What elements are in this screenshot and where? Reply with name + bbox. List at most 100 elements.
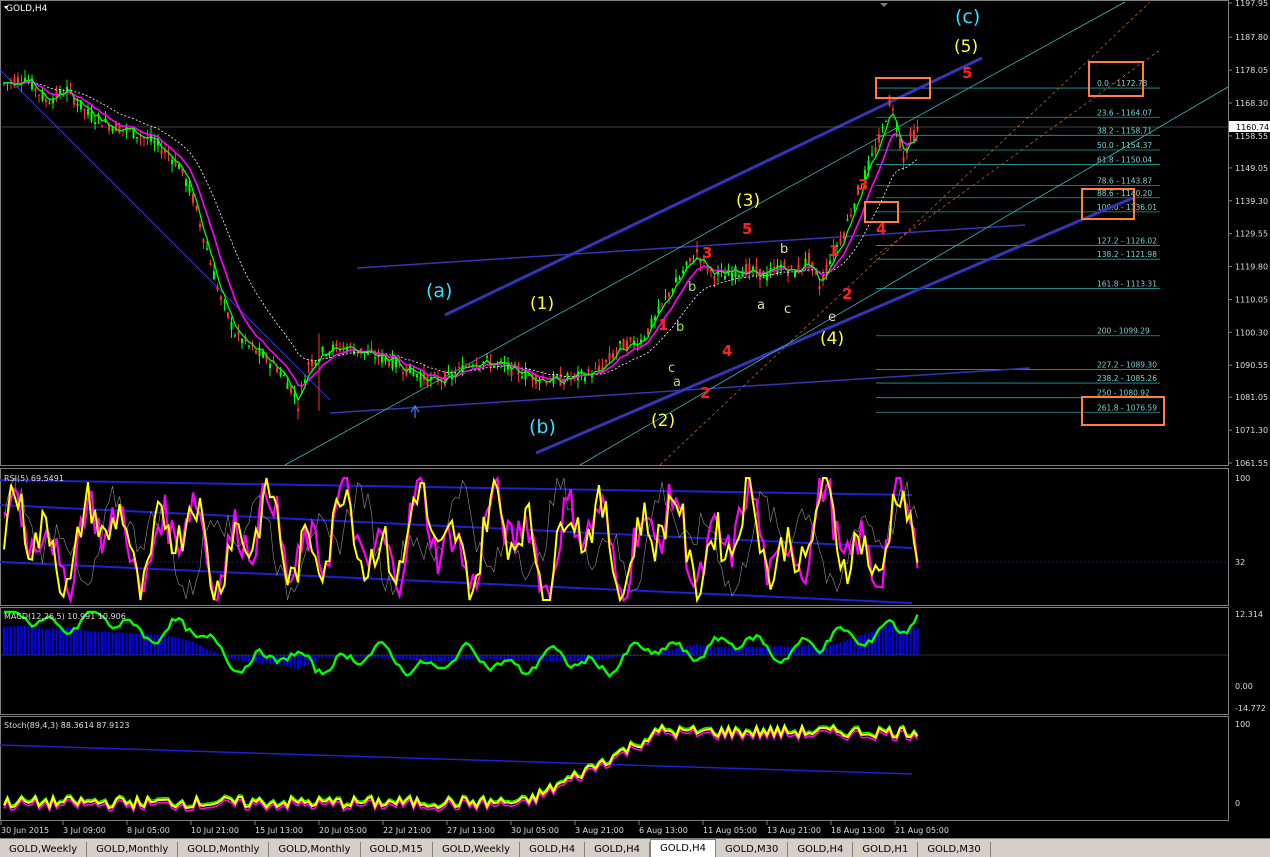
fib-level-label: 161.8 - 1113.31 bbox=[1097, 279, 1157, 288]
price-axis-label: 1168.30 bbox=[1235, 99, 1268, 108]
price-axis-label: 1197.95 bbox=[1235, 0, 1268, 8]
fib-level-label: 261.8 - 1076.59 bbox=[1097, 403, 1157, 412]
candle-body bbox=[241, 338, 243, 344]
time-axis-label: 15 Jul 13:00 bbox=[255, 826, 303, 835]
wave-label-yellow: (1) bbox=[530, 294, 554, 314]
chart-tab[interactable]: GOLD,M30 bbox=[716, 842, 789, 857]
candle-body bbox=[909, 131, 912, 137]
fib-level-label: 23.6 - 1164.07 bbox=[1097, 108, 1152, 117]
time-axis-label: 18 Aug 13:00 bbox=[831, 826, 885, 835]
chart-tab[interactable]: GOLD,Weekly bbox=[0, 842, 88, 857]
candle-body bbox=[195, 205, 198, 211]
macd-level-min: -14.772 bbox=[1235, 704, 1266, 713]
candle-body bbox=[101, 125, 103, 128]
time-axis-label: 27 Jul 13:00 bbox=[447, 826, 495, 835]
fib-level-label: 38.2 - 1158.71 bbox=[1097, 126, 1152, 135]
chart-tab[interactable]: GOLD,M15 bbox=[361, 842, 433, 857]
chart-tab[interactable]: GOLD,Monthly bbox=[178, 842, 270, 857]
candle-body bbox=[853, 203, 856, 209]
price-axis-label: 1149.05 bbox=[1235, 164, 1268, 173]
candle-body bbox=[230, 321, 233, 330]
candle-body bbox=[843, 232, 845, 239]
candle-body bbox=[724, 275, 726, 280]
wave-label-yellow: (2) bbox=[651, 411, 675, 431]
time-axis-label: 3 Aug 21:00 bbox=[575, 826, 624, 835]
candle-body bbox=[45, 99, 47, 102]
rsi-level-32: 32 bbox=[1235, 558, 1245, 567]
price-chart-area[interactable]: 0.0 - 1172.73 23.6 - 1164.07 38.2 - 1158.7… bbox=[0, 0, 1270, 838]
candle-body bbox=[286, 382, 289, 389]
candle-body bbox=[34, 88, 37, 92]
wave-label-red: 3 bbox=[702, 244, 712, 262]
wave-label-red: 2 bbox=[700, 384, 710, 402]
chart-tab[interactable]: GOLD,Monthly bbox=[87, 842, 179, 857]
candle-body bbox=[213, 271, 215, 280]
candle-body bbox=[608, 352, 611, 360]
time-axis-label: 6 Aug 13:00 bbox=[639, 826, 688, 835]
candle-body bbox=[829, 260, 831, 265]
candle-body bbox=[83, 109, 86, 111]
candle-body bbox=[664, 296, 667, 298]
chart-tab[interactable]: GOLD,H4 bbox=[520, 842, 586, 857]
candle-body bbox=[136, 136, 138, 139]
fib-level-label: 61.8 - 1150.04 bbox=[1097, 156, 1152, 165]
candle-body bbox=[209, 262, 212, 266]
chart-title: GOLD,H4 bbox=[6, 4, 48, 14]
chart-tab[interactable]: GOLD,Weekly bbox=[433, 842, 521, 857]
candle-body bbox=[682, 270, 684, 273]
candle-body bbox=[696, 249, 698, 253]
wave-label-red: 1 bbox=[829, 242, 839, 260]
candle-body bbox=[402, 371, 404, 374]
price-axis-label: 1081.05 bbox=[1235, 393, 1268, 402]
fib-level-label: 78.6 - 1143.87 bbox=[1097, 176, 1152, 185]
candle-body bbox=[153, 140, 156, 144]
price-axis-label: 1178.05 bbox=[1235, 66, 1268, 75]
time-axis-label: 10 Jul 21:00 bbox=[191, 826, 239, 835]
candle-body bbox=[738, 275, 740, 278]
time-axis-label: 20 Jul 05:00 bbox=[319, 826, 367, 835]
chart-tab[interactable]: GOLD,M30 bbox=[918, 842, 991, 857]
wave-label-green: c bbox=[668, 361, 675, 376]
candle-body bbox=[892, 108, 894, 111]
chart-tab[interactable]: GOLD,H1 bbox=[853, 842, 919, 857]
candle-body bbox=[598, 365, 600, 371]
candle-body bbox=[839, 238, 842, 244]
candle-body bbox=[850, 214, 852, 217]
fib-level-label: 200 - 1099.29 bbox=[1097, 327, 1150, 336]
wave-label-red: 1 bbox=[658, 316, 668, 334]
candle-body bbox=[87, 109, 89, 115]
candle-body bbox=[916, 126, 919, 131]
candle-body bbox=[706, 268, 709, 272]
candle-body bbox=[269, 363, 271, 369]
candle-body bbox=[185, 179, 187, 186]
candle-body bbox=[818, 285, 821, 290]
chart-tab[interactable]: GOLD,H4 bbox=[650, 839, 716, 857]
candle-body bbox=[178, 164, 180, 169]
stoch-level-0: 0 bbox=[1235, 799, 1240, 808]
candle-body bbox=[902, 156, 905, 163]
price-axis-label: 1158.55 bbox=[1235, 132, 1268, 141]
candle-body bbox=[370, 348, 373, 351]
candle-body bbox=[594, 367, 597, 369]
candle-body bbox=[524, 369, 527, 379]
fib-level-label: 227.2 - 1089.30 bbox=[1097, 360, 1157, 369]
candle-body bbox=[111, 127, 114, 132]
chart-tab[interactable]: GOLD,H4 bbox=[788, 842, 854, 857]
time-axis-label: 11 Aug 05:00 bbox=[703, 826, 757, 835]
chart-tab[interactable]: GOLD,Monthly bbox=[269, 842, 361, 857]
candle-body bbox=[216, 286, 219, 290]
chart-tab[interactable]: GOLD,H4 bbox=[585, 842, 651, 857]
candle-body bbox=[90, 111, 93, 121]
candle-body bbox=[283, 375, 285, 377]
wave-label-cyan: (b) bbox=[529, 416, 556, 438]
wave-label-yellow: (4) bbox=[820, 329, 844, 349]
price-axis-label: 1071.30 bbox=[1235, 426, 1268, 435]
candle-body bbox=[878, 133, 880, 143]
candle-body bbox=[671, 289, 674, 292]
price-axis-label: 1139.30 bbox=[1235, 197, 1268, 206]
wave-label-red: 4 bbox=[722, 342, 732, 360]
candle-body bbox=[825, 265, 828, 274]
chart-tabs-bar: GOLD,Weekly GOLD,Monthly GOLD,Monthly GOLD,… bbox=[0, 838, 1270, 857]
candle-body bbox=[223, 301, 226, 303]
wave-label-red: 5 bbox=[962, 64, 972, 82]
